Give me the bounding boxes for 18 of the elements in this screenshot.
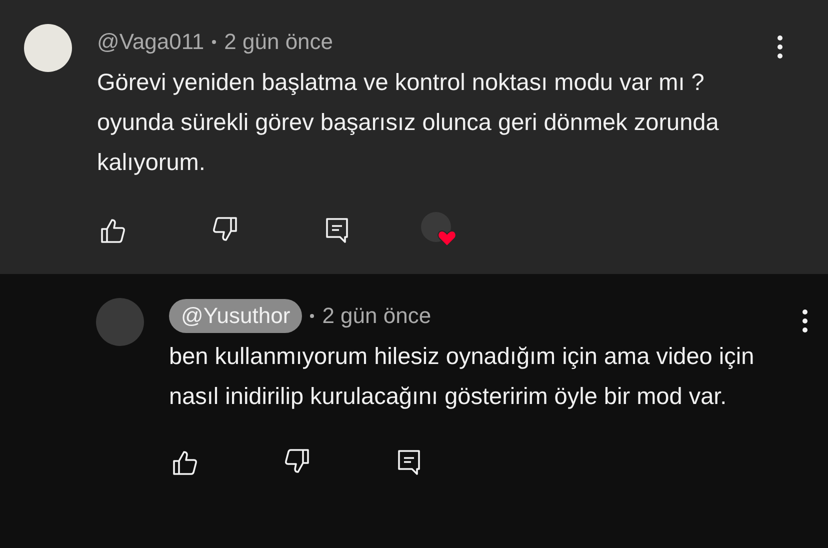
comment-icon [323, 216, 351, 244]
comment-icon [395, 448, 423, 476]
more-options-button[interactable] [776, 34, 784, 60]
more-icon [801, 308, 809, 334]
comment-time[interactable]: 2 gün önce [224, 29, 334, 55]
separator-dot [310, 314, 314, 318]
comment-text: ben kullanmıyorum hilesiz oynadığım için ama video için nasıl inidirilip kurulacağını gösteririm öyle bir mod var. [169, 342, 756, 411]
thumbs-down-icon [211, 216, 239, 244]
more-options-button[interactable] [801, 308, 809, 334]
more-icon [776, 34, 784, 60]
thumbs-up-icon [99, 216, 127, 244]
comment-text: Görevi yeniden başlatma ve kontrol noktası modu var mı ? oyunda sürekli görev başarısız olunca geri dönmek zorunda kalıyorum. [97, 68, 720, 177]
author-name[interactable]: @Vaga011 [97, 29, 204, 55]
thumbs-up-icon [171, 448, 199, 476]
comment-time[interactable]: 2 gün önce [322, 303, 432, 329]
separator-dot [212, 40, 216, 44]
avatar-image[interactable] [24, 24, 72, 72]
thumbs-down-icon [283, 448, 311, 476]
